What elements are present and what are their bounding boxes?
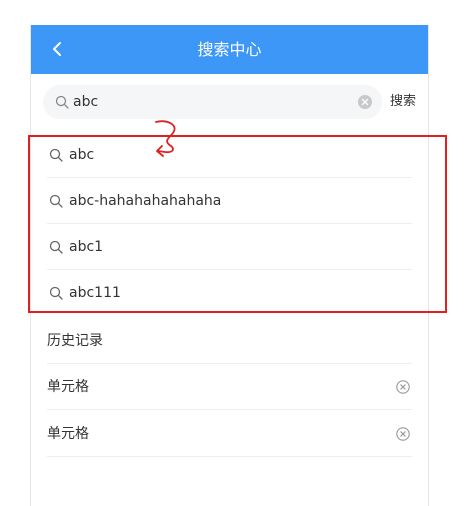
search-icon <box>55 95 69 109</box>
search-input[interactable] <box>73 85 343 119</box>
history-header: 历史记录 <box>47 318 412 364</box>
navbar: 搜索中心 <box>31 25 428 74</box>
delete-circle-icon[interactable] <box>396 380 410 394</box>
clear-circle-icon[interactable] <box>358 95 372 109</box>
history-item[interactable]: 单元格 <box>47 411 412 457</box>
delete-circle-icon[interactable] <box>396 427 410 441</box>
screen: 搜索中心 搜索 abc <box>0 0 464 506</box>
history-title: 历史记录 <box>47 333 103 349</box>
search-button[interactable]: 搜索 <box>390 85 416 119</box>
search-box[interactable] <box>43 85 382 119</box>
page-title: 搜索中心 <box>197 40 262 59</box>
history-item[interactable]: 单元格 <box>47 364 412 410</box>
history-item-text: 单元格 <box>47 379 89 395</box>
annotation-highlight-box <box>28 135 447 313</box>
history-item-text: 单元格 <box>47 426 89 442</box>
